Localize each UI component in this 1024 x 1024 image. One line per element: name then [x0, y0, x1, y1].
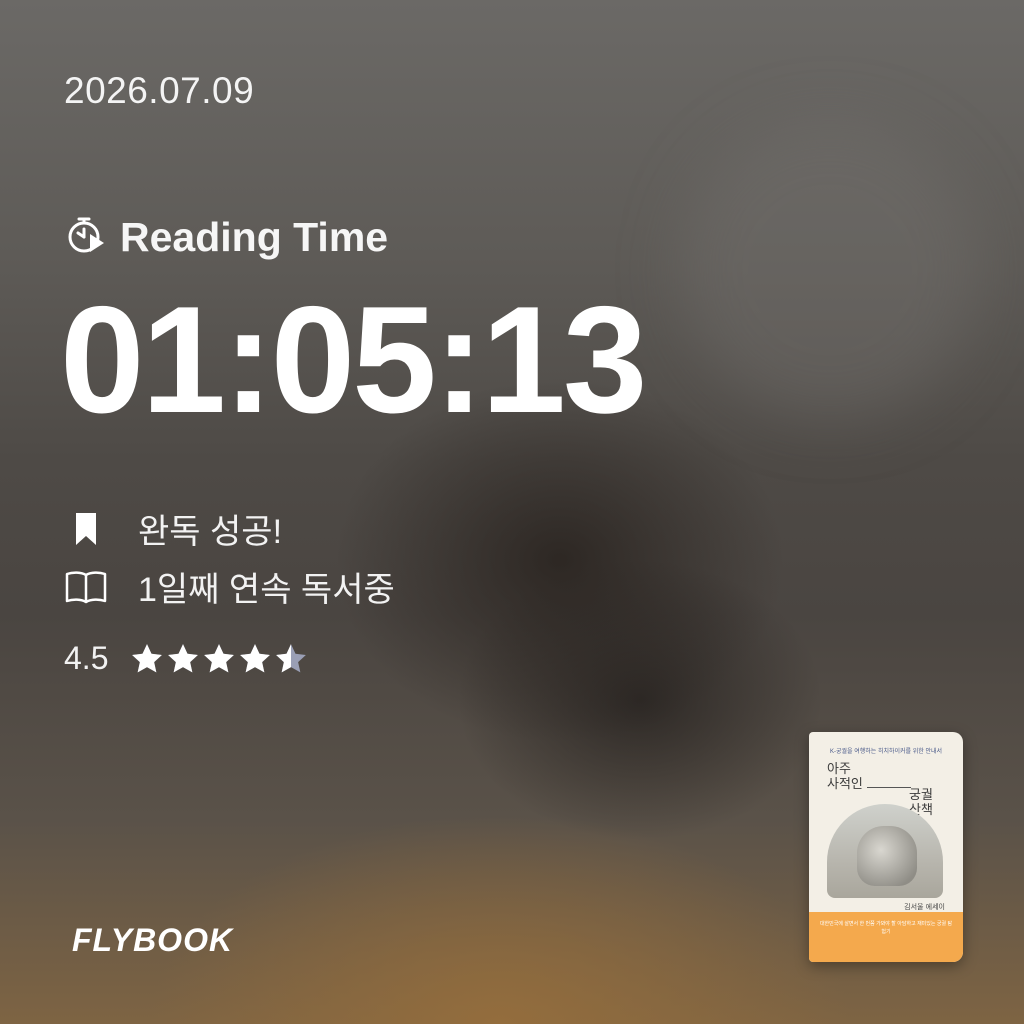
book-band-text: 대한민국에 살면서 한 번쯤 가봐야 할 아담하고 재미있는 궁궐 탐험기 — [819, 921, 953, 935]
reading-time-label: Reading Time — [120, 214, 389, 260]
star-filled-icon — [240, 643, 271, 672]
star-rating — [130, 642, 308, 676]
streak-text: 1일째 연속 독서중 — [138, 571, 395, 609]
rating-value: 4.5 — [64, 640, 109, 676]
star-filled-icon — [168, 643, 199, 672]
completion-text: 완독 성공! — [138, 513, 283, 551]
reading-summary-card: 2026.07.09 Reading Time 01:05:13 완독 성공! — [0, 0, 1024, 1024]
reading-time-header: Reading Time — [64, 212, 388, 263]
open-book-icon — [64, 565, 108, 609]
star-half-icon — [276, 643, 307, 672]
book-tagline: K-궁궐을 여행하는 히치하이커를 위한 안내서 — [829, 749, 943, 755]
book-title-divider — [867, 787, 911, 788]
completion-status: 완독 성공! — [64, 504, 282, 553]
star-filled-icon — [204, 643, 235, 672]
streak-status: 1일째 연속 독서중 — [64, 562, 395, 611]
brand-logo: FLYBOOK — [72, 922, 234, 958]
rating: 4.5 — [64, 640, 308, 677]
background-blur — [680, 120, 980, 420]
haetae-statue-image — [857, 826, 917, 886]
book-title-part-1: 아주 사적인 — [827, 762, 863, 792]
reading-time-value: 01:05:13 — [60, 275, 647, 445]
book-cover: K-궁궐을 여행하는 히치하이커를 위한 안내서 아주 사적인 궁궐 산책 김서… — [809, 732, 963, 962]
date-label: 2026.07.09 — [64, 70, 255, 111]
book-title-line: 사적인 — [827, 777, 863, 792]
stopwatch-play-icon — [64, 212, 110, 263]
bookmark-icon — [64, 507, 108, 551]
book-title-line: 궁궐 — [909, 788, 933, 803]
book-cover-photo — [827, 804, 943, 898]
book-band: 대한민국에 살면서 한 번쯤 가봐야 할 아담하고 재미있는 궁궐 탐험기 — [809, 912, 963, 962]
star-filled-icon — [132, 643, 163, 672]
book-title-line: 아주 — [827, 762, 851, 777]
book-author: 김서울 에세이 — [904, 903, 945, 911]
